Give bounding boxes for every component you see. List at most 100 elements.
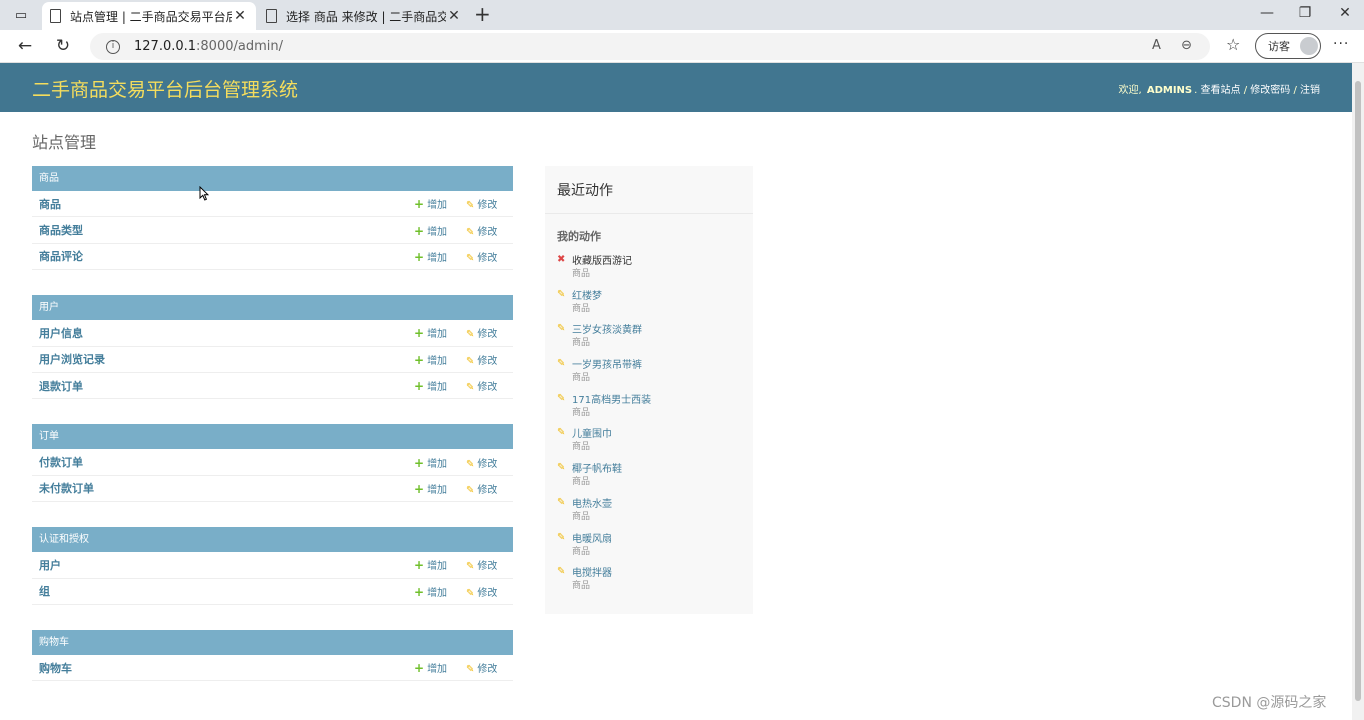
plus-icon: + (414, 223, 425, 238)
recent-action-type: 商品 (572, 373, 591, 384)
model-link[interactable]: 付款订单 (32, 454, 83, 470)
change-link[interactable]: ✎ 修改 (466, 378, 497, 393)
scrollbar-thumb[interactable] (1355, 81, 1361, 701)
profile-label: 访客 (1268, 40, 1290, 53)
add-link[interactable]: + 增加 (414, 352, 447, 367)
pencil-icon: ✎ (557, 288, 566, 300)
more-icon[interactable]: ··· (1333, 36, 1349, 52)
module-caption[interactable]: 用户 (32, 295, 513, 321)
refresh-icon[interactable]: ↻ (52, 36, 74, 56)
change-link[interactable]: ✎ 修改 (466, 325, 497, 340)
add-link[interactable]: + 增加 (414, 223, 447, 238)
model-row: 退款订单 + 增加 ✎ 修改 (32, 373, 513, 400)
plus-icon: + (414, 481, 425, 496)
recent-action-type: 商品 (572, 303, 591, 314)
recent-action-link[interactable]: 椰子帆布鞋 (572, 460, 622, 475)
change-link[interactable]: ✎ 修改 (466, 223, 497, 238)
favorites-icon[interactable]: ☆ (1226, 35, 1240, 54)
site-branding[interactable]: 二手商品交易平台后台管理系统 (32, 75, 298, 102)
view-site-link[interactable]: 查看站点 (1201, 85, 1241, 96)
change-password-link[interactable]: 修改密码 (1250, 85, 1290, 96)
app-module: 购物车 购物车 + 增加 ✎ 修改 (32, 629, 513, 682)
model-row: 用户 + 增加 ✎ 修改 (32, 552, 513, 579)
model-link[interactable]: 组 (32, 583, 50, 599)
add-link[interactable]: + 增加 (414, 196, 447, 211)
page-scrollbar[interactable] (1352, 63, 1364, 720)
info-icon[interactable]: i (106, 39, 120, 54)
model-link[interactable]: 商品评论 (32, 248, 83, 264)
add-link[interactable]: + 增加 (414, 660, 447, 675)
model-link[interactable]: 退款订单 (32, 378, 83, 394)
recent-action-link[interactable]: 电热水壶 (572, 495, 612, 510)
tab-actions-icon[interactable]: ▭ (8, 6, 34, 24)
tab-site-admin[interactable]: 站点管理 | 二手商品交易平台后台 ✕ (42, 2, 256, 30)
change-link[interactable]: ✎ 修改 (466, 481, 497, 496)
model-link[interactable]: 未付款订单 (32, 480, 94, 496)
pencil-icon: ✎ (466, 484, 475, 496)
add-link[interactable]: + 增加 (414, 557, 447, 572)
username: ADMINS (1146, 85, 1193, 96)
recent-action-link[interactable]: 一岁男孩吊带裤 (572, 356, 642, 371)
app-module: 用户 用户信息 + 增加 ✎ 修改 用户浏览记录 + 增加 ✎ 修改 退款订单 + 增加 ✎ 修改 (32, 295, 513, 400)
change-link[interactable]: ✎ 修改 (466, 352, 497, 367)
user-tools: 欢迎, ADMINS. 查看站点 / 修改密码 / 注销 (1118, 85, 1320, 96)
tab-title: 站点管理 | 二手商品交易平台后台 (70, 9, 232, 24)
model-link[interactable]: 商品 (32, 196, 61, 212)
app-module: 商品 商品 + 增加 ✎ 修改 商品类型 + 增加 ✎ 修改 商品评论 + 增加 ✎ 修改 (32, 166, 513, 271)
pencil-icon: ✎ (557, 566, 566, 578)
pencil-icon: ✎ (466, 200, 475, 212)
add-link[interactable]: + 增加 (414, 378, 447, 393)
app-module: 订单 付款订单 + 增加 ✎ 修改 未付款订单 + 增加 ✎ 修改 (32, 424, 513, 503)
module-caption[interactable]: 购物车 (32, 629, 513, 655)
add-link[interactable]: + 增加 (414, 481, 447, 496)
change-link[interactable]: ✎ 修改 (466, 584, 497, 599)
recent-action-link[interactable]: 红楼梦 (572, 287, 602, 302)
add-link[interactable]: + 增加 (414, 584, 447, 599)
read-aloud-icon[interactable]: A (1152, 38, 1161, 53)
back-icon[interactable]: ← (14, 36, 36, 56)
module-caption[interactable]: 商品 (32, 166, 513, 191)
change-link[interactable]: ✎ 修改 (466, 660, 497, 675)
change-link[interactable]: ✎ 修改 (466, 196, 497, 211)
add-link[interactable]: + 增加 (414, 325, 447, 340)
model-link[interactable]: 购物车 (32, 660, 72, 676)
model-link[interactable]: 用户浏览记录 (32, 351, 105, 367)
add-link[interactable]: + 增加 (414, 249, 447, 264)
close-tab-icon[interactable]: ✕ (446, 8, 462, 24)
document-icon (50, 9, 61, 23)
profile-button[interactable]: 访客 (1255, 33, 1321, 59)
add-link[interactable]: + 增加 (414, 455, 447, 470)
model-link[interactable]: 商品类型 (32, 222, 83, 238)
logout-link[interactable]: 注销 (1300, 85, 1320, 96)
module-caption[interactable]: 订单 (32, 424, 513, 450)
recent-actions: 最近动作 我的动作 ✖ 收藏版西游记 商品 ✎ 红楼梦 商品 ✎ 三岁女孩淡黄群 商品 ✎ 一岁男孩… (545, 166, 753, 614)
change-link[interactable]: ✎ 修改 (466, 249, 497, 264)
pencil-icon: ✎ (466, 587, 475, 599)
new-tab-icon[interactable]: + (474, 4, 491, 24)
pencil-icon: ✎ (466, 355, 475, 367)
recent-action-item: ✎ 电暖风扇 商品 (545, 528, 753, 563)
model-link[interactable]: 用户信息 (32, 325, 83, 341)
change-link[interactable]: ✎ 修改 (466, 455, 497, 470)
recent-action-link[interactable]: 儿童围巾 (572, 425, 612, 440)
module-caption[interactable]: 认证和授权 (32, 527, 513, 553)
recent-action-item: ✎ 电热水壶 商品 (545, 493, 753, 528)
zoom-icon[interactable]: ⊖ (1181, 38, 1192, 53)
recent-action-link[interactable]: 171高档男士西装 (572, 391, 651, 406)
model-link[interactable]: 用户 (32, 557, 61, 573)
close-tab-icon[interactable]: ✕ (232, 8, 248, 24)
recent-action-link[interactable]: 电暖风扇 (572, 530, 612, 545)
tab-title: 选择 商品 来修改 | 二手商品交易 (286, 9, 446, 24)
window-close-icon[interactable]: ✕ (1322, 5, 1364, 21)
recent-action-link[interactable]: 三岁女孩淡黄群 (572, 321, 642, 336)
recent-action-link: 收藏版西游记 (572, 256, 632, 267)
plus-icon: + (414, 584, 425, 599)
tab-select-goods[interactable]: 选择 商品 来修改 | 二手商品交易 ✕ (258, 2, 470, 30)
plus-icon: + (414, 661, 425, 676)
recent-action-type: 商品 (572, 442, 591, 453)
model-row: 付款订单 + 增加 ✎ 修改 (32, 449, 513, 476)
recent-action-link[interactable]: 电搅拌器 (572, 564, 612, 579)
pencil-icon: ✎ (466, 329, 475, 341)
url-field[interactable]: i 127.0.0.1:8000/admin/ A ⊖ (90, 33, 1210, 60)
change-link[interactable]: ✎ 修改 (466, 557, 497, 572)
